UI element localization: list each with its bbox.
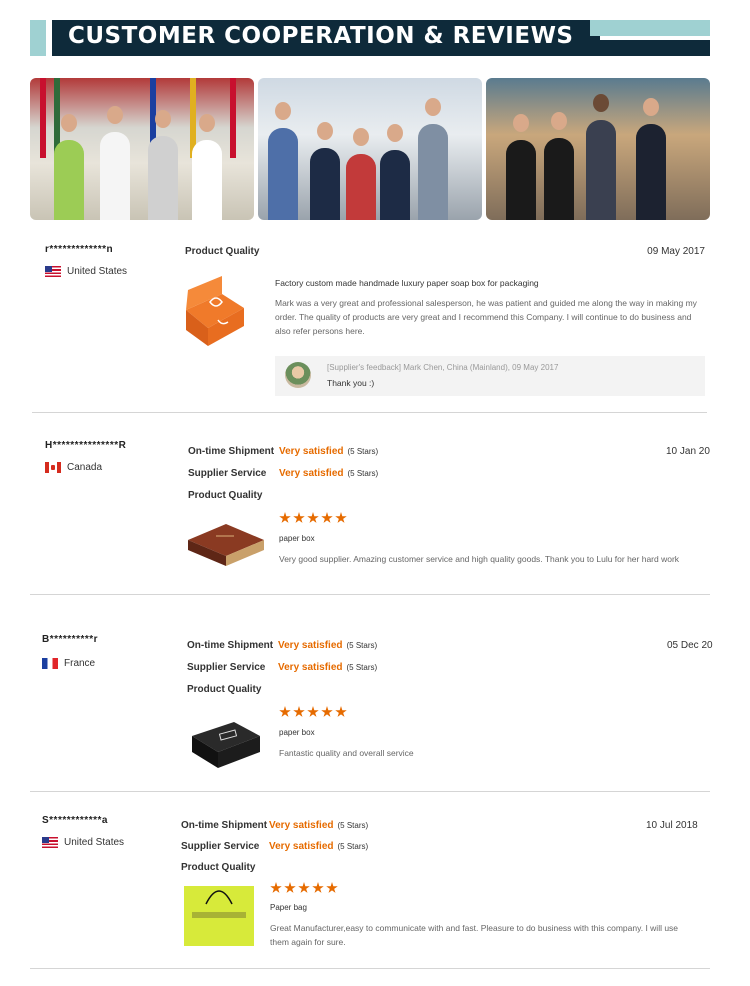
star-icon <box>284 882 296 893</box>
reviewer-country: United States <box>42 837 124 848</box>
rating-label-product-quality: Product Quality <box>181 862 256 873</box>
star-icon <box>270 882 282 893</box>
product-image <box>186 518 266 568</box>
france-flag-icon <box>42 658 58 669</box>
rating-value: Very satisfied (5 Stars) <box>269 841 369 852</box>
country-label: Canada <box>67 462 103 473</box>
star-icon <box>326 882 338 893</box>
review-divider <box>30 594 710 595</box>
rating-value: Very satisfied (5 Stars) <box>279 468 379 479</box>
supplier-feedback: [Supplier's feedback] Mark Chen, China (… <box>275 356 705 396</box>
review-comment: Very good supplier. Amazing customer ser… <box>279 554 680 564</box>
rating-label-supplier-service: Supplier Service <box>188 468 267 479</box>
customer-photo-3 <box>486 78 710 220</box>
rating-label-on-time-shipment: On-time Shipment <box>181 820 268 831</box>
rating-label-product-quality: Product Quality <box>188 490 263 501</box>
product-name: paper box <box>279 534 315 543</box>
banner-accent-left <box>30 20 46 56</box>
supplier-feedback-meta: [Supplier's feedback] Mark Chen, China (… <box>327 363 559 372</box>
country-label: United States <box>67 266 128 277</box>
review-card: S************a United States On-time Shi… <box>30 815 710 975</box>
supplier-avatar <box>285 362 311 388</box>
supplier-feedback-text: Thank you :) <box>327 378 375 388</box>
review-date: 09 May 2017 <box>647 246 705 257</box>
rating-label-on-time-shipment: On-time Shipment <box>187 640 274 651</box>
product-name: paper box <box>279 728 315 737</box>
review-date: 05 Dec 20 <box>667 640 713 651</box>
us-flag-icon <box>45 266 61 277</box>
review-divider <box>30 968 710 969</box>
star-icon <box>321 512 333 523</box>
review-card: B**********r France On-time Shipment Ver… <box>30 634 713 774</box>
product-name: Paper bag <box>270 903 307 912</box>
customer-photo-1 <box>30 78 254 220</box>
reviewer-name: S************a <box>42 815 108 826</box>
customer-photo-strip <box>30 78 710 220</box>
us-flag-icon <box>42 837 58 848</box>
country-label: France <box>64 658 96 669</box>
rating-label-product-quality: Product Quality <box>185 246 260 257</box>
review-comment: Mark was a very great and professional s… <box>275 298 697 336</box>
star-icon <box>293 512 305 523</box>
banner-accent-bar <box>600 40 710 56</box>
star-icon <box>307 706 319 717</box>
product-image <box>182 882 256 948</box>
product-image <box>182 272 246 348</box>
rating-label-supplier-service: Supplier Service <box>181 841 260 852</box>
country-label: United States <box>64 837 125 848</box>
star-icon <box>321 706 333 717</box>
rating-label-supplier-service: Supplier Service <box>187 662 266 673</box>
rating-value: Very satisfied (5 Stars) <box>278 640 378 651</box>
product-image <box>190 716 262 772</box>
customer-photo-2 <box>258 78 482 220</box>
canada-flag-icon <box>45 462 61 473</box>
rating-value: Very satisfied (5 Stars) <box>279 446 379 457</box>
star-icon <box>307 512 319 523</box>
rating-label-on-time-shipment: On-time Shipment <box>188 446 275 457</box>
star-icon <box>312 882 324 893</box>
review-divider <box>32 412 707 413</box>
reviewer-name: r*************n <box>45 244 114 255</box>
star-rating <box>279 706 347 718</box>
reviewer-name: H***************R <box>45 440 127 451</box>
star-icon <box>335 512 347 523</box>
reviewer-country: Canada <box>45 462 102 473</box>
rating-value: Very satisfied (5 Stars) <box>278 662 378 673</box>
review-card: H***************R Canada On-time Shipmen… <box>30 440 710 580</box>
star-rating <box>270 882 338 894</box>
section-header-banner: CUSTOMER COOPERATION & REVIEWS <box>30 20 710 56</box>
page-title: CUSTOMER COOPERATION & REVIEWS <box>68 23 574 49</box>
review-card: r*************n United States Product Qu… <box>30 244 710 404</box>
product-name: Factory custom made handmade luxury pape… <box>275 278 539 288</box>
rating-value: Very satisfied (5 Stars) <box>269 820 369 831</box>
banner-accent-right <box>590 20 710 36</box>
review-comment: Great Manufacturer,easy to communicate w… <box>270 923 679 947</box>
star-icon <box>335 706 347 717</box>
star-icon <box>279 512 291 523</box>
reviewer-country: France <box>42 658 95 669</box>
star-icon <box>298 882 310 893</box>
review-comment: Fantastic quality and overall service <box>279 748 414 758</box>
review-date: 10 Jul 2018 <box>646 820 698 831</box>
reviewer-country: United States <box>45 266 127 277</box>
star-icon <box>279 706 291 717</box>
star-rating <box>279 512 347 524</box>
review-date: 10 Jan 20 <box>666 446 710 457</box>
review-divider <box>30 791 710 792</box>
rating-label-product-quality: Product Quality <box>187 684 262 695</box>
star-icon <box>293 706 305 717</box>
reviewer-name: B**********r <box>42 634 99 645</box>
